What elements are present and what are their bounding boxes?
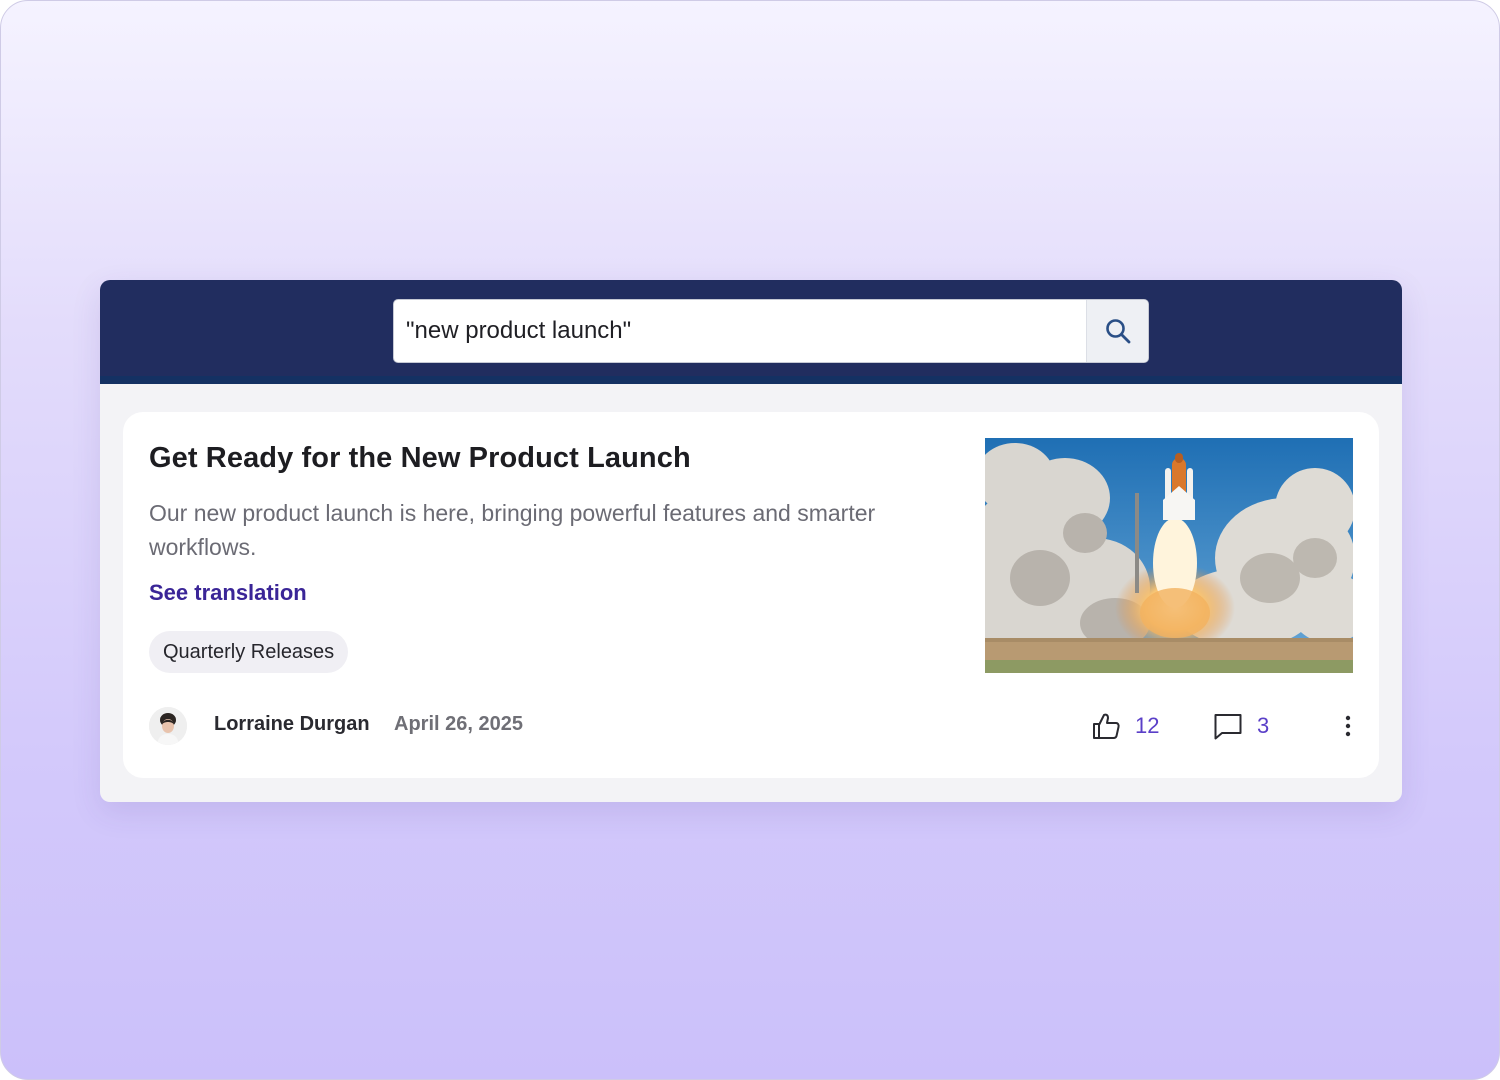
search-header <box>100 280 1402 384</box>
search-button[interactable] <box>1086 300 1148 362</box>
more-vertical-icon <box>1345 715 1351 737</box>
search-input[interactable] <box>394 300 1088 362</box>
post-title[interactable]: Get Ready for the New Product Launch <box>149 442 691 475</box>
comment-count: 3 <box>1257 713 1270 738</box>
comment-button[interactable]: 3 <box>1213 706 1269 746</box>
thumbs-up-icon <box>1093 713 1120 739</box>
post-date: April 26, 2025 <box>394 713 523 735</box>
search-bar <box>393 299 1149 363</box>
search-icon <box>1105 319 1130 344</box>
search-results-panel: Get Ready for the New Product Launch Our… <box>100 280 1402 802</box>
category-tag[interactable]: Quarterly Releases <box>149 631 349 673</box>
see-translation-link[interactable]: See translation <box>149 580 307 606</box>
post-card: Get Ready for the New Product Launch Our… <box>123 412 1379 778</box>
avatar[interactable] <box>149 707 187 745</box>
more-options-button[interactable] <box>1335 710 1361 742</box>
like-button[interactable]: 12 <box>1091 706 1159 746</box>
rocket-launch-image <box>985 438 1353 673</box>
post-footer: Lorraine Durgan April 26, 2025 12 3 <box>149 706 1359 746</box>
author-name[interactable]: Lorraine Durgan <box>214 713 370 736</box>
page-background: Get Ready for the New Product Launch Our… <box>0 0 1500 1080</box>
like-count: 12 <box>1135 713 1160 738</box>
post-description: Our new product launch is here, bringing… <box>149 500 876 560</box>
comment-icon <box>1214 714 1242 740</box>
